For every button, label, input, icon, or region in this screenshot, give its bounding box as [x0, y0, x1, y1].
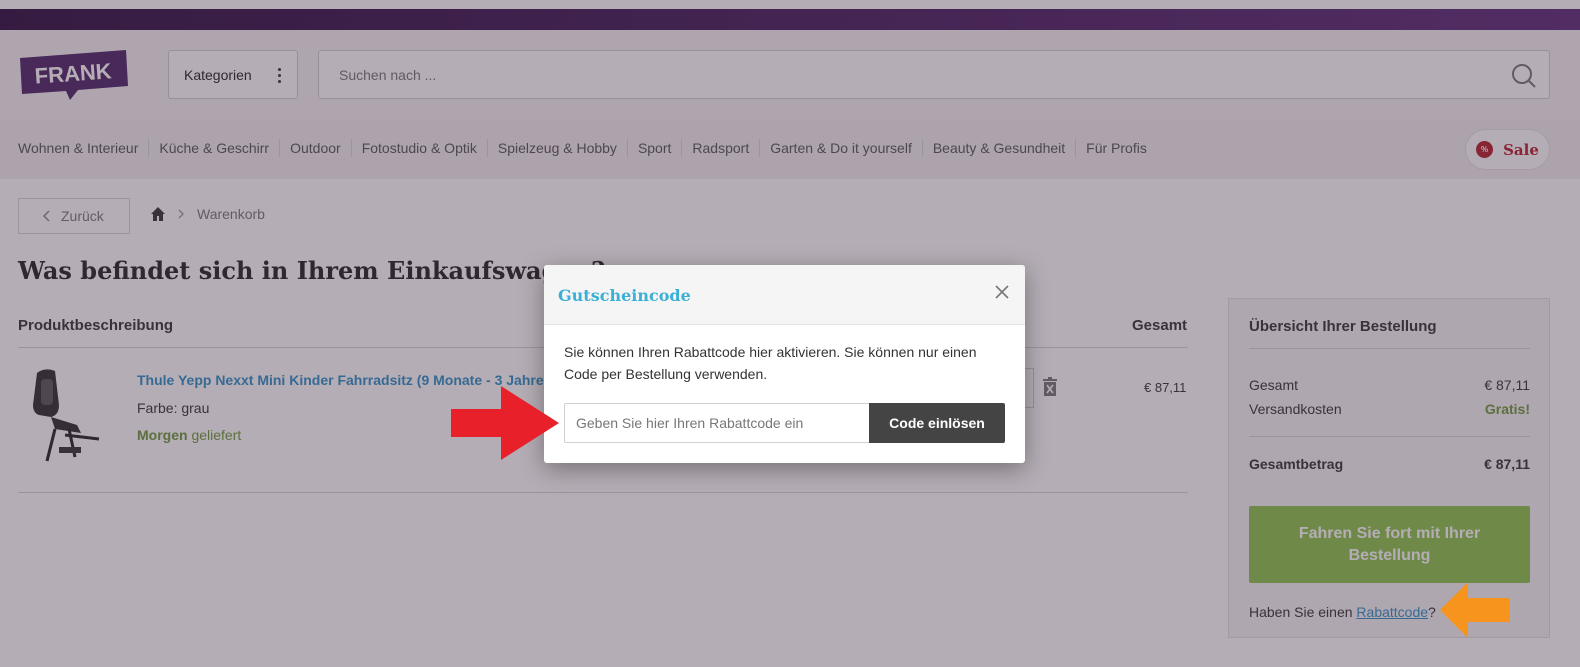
close-icon[interactable]: [995, 285, 1009, 304]
coupon-modal: Gutscheincode Sie können Ihren Rabattcod…: [544, 265, 1025, 463]
modal-header: Gutscheincode: [544, 265, 1025, 325]
red-arrow-annotation: [451, 386, 561, 465]
coupon-code-input[interactable]: [564, 403, 869, 443]
orange-arrow-annotation: [1440, 582, 1512, 643]
modal-title: Gutscheincode: [558, 286, 691, 305]
modal-description: Sie können Ihren Rabattcode hier aktivie…: [564, 344, 977, 382]
redeem-code-button[interactable]: Code einlösen: [869, 403, 1005, 443]
